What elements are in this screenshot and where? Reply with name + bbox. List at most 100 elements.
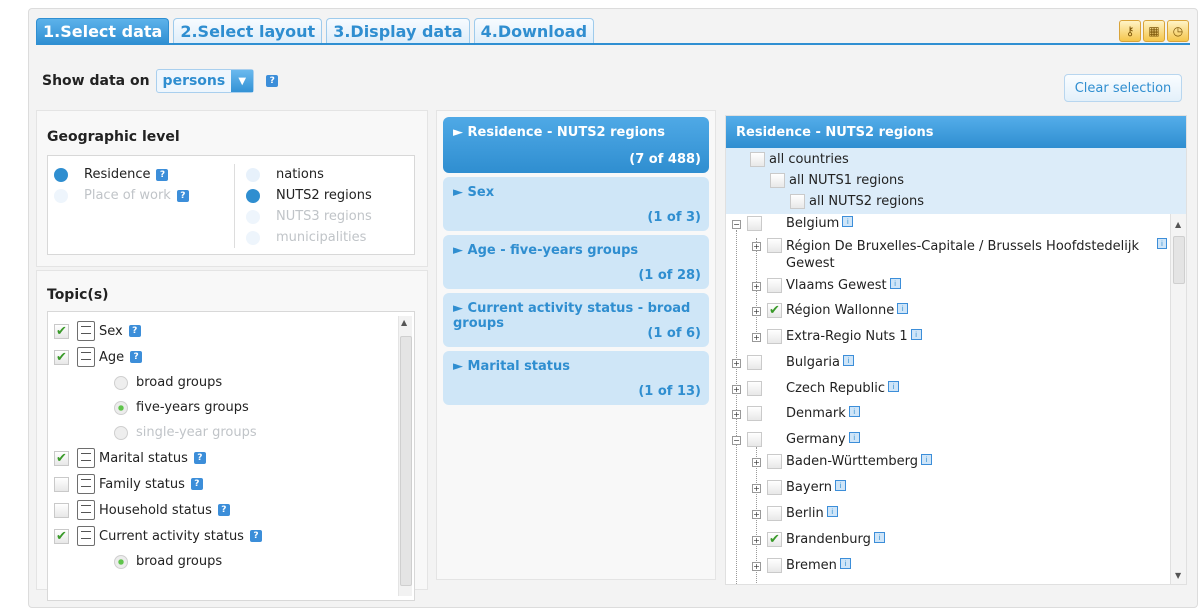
all-nuts2-option[interactable]: all NUTS2 regions <box>790 194 924 209</box>
radio-selected-icon[interactable] <box>114 554 128 569</box>
activity-broad-groups[interactable]: broad groups <box>48 549 414 574</box>
checkbox-icon[interactable] <box>54 476 69 492</box>
topic-family-status[interactable]: Family status ? <box>48 471 414 497</box>
all-nuts1-option[interactable]: all NUTS1 regions <box>770 173 904 188</box>
checkbox-checked-icon[interactable]: ✔ <box>767 303 782 318</box>
checkbox-icon[interactable] <box>767 278 782 293</box>
tree-item-bayern[interactable]: + Bayern i <box>752 480 846 495</box>
info-icon[interactable]: i <box>889 278 901 289</box>
checkbox-icon[interactable] <box>747 406 762 421</box>
info-icon[interactable]: i <box>839 558 851 569</box>
checkbox-icon[interactable] <box>750 152 765 167</box>
accordion-activity-status[interactable]: ► Current activity status - broad groups… <box>443 293 709 347</box>
radio-icon[interactable] <box>54 167 68 182</box>
accordion-residence[interactable]: ► Residence - NUTS2 regions (7 of 488) <box>443 117 709 173</box>
help-icon[interactable]: ? <box>190 478 203 490</box>
show-data-select[interactable]: persons ▼ <box>155 69 255 93</box>
topic-sex[interactable]: ✔ Sex ? <box>48 318 414 344</box>
expand-icon[interactable]: + <box>752 242 761 251</box>
tab-select-data[interactable]: 1.Select data <box>36 18 170 44</box>
tree-item-extra-regio[interactable]: + Extra-Regio Nuts 1 i <box>752 329 922 344</box>
help-icon[interactable]: ? <box>266 75 279 87</box>
region-tree-scrollbar[interactable]: ▲ ▼ <box>1170 214 1186 584</box>
tree-item-czech-republic[interactable]: + Czech Republic i <box>732 381 899 396</box>
age-five-years-groups[interactable]: five-years groups <box>48 395 414 420</box>
topic-household-status[interactable]: Household status ? <box>48 497 414 523</box>
expand-icon[interactable]: + <box>752 562 761 571</box>
help-icon[interactable]: ? <box>249 530 262 542</box>
help-icon[interactable]: ? <box>217 504 230 516</box>
accordion-sex[interactable]: ► Sex (1 of 3) <box>443 177 709 231</box>
clock-icon[interactable]: ◷ <box>1167 20 1189 42</box>
scrollbar-thumb[interactable] <box>400 336 412 586</box>
tree-item-bremen[interactable]: + Bremen i <box>752 558 851 573</box>
accordion-marital-status[interactable]: ► Marital status (1 of 13) <box>443 351 709 405</box>
checkbox-icon[interactable] <box>767 506 782 521</box>
info-icon[interactable]: i <box>873 532 885 543</box>
info-icon[interactable]: i <box>848 406 860 417</box>
checkbox-icon[interactable] <box>747 355 762 370</box>
info-icon[interactable]: i <box>887 381 899 392</box>
expand-icon[interactable]: + <box>752 536 761 545</box>
info-icon[interactable]: i <box>842 355 854 366</box>
expand-icon[interactable]: + <box>732 385 741 394</box>
info-icon[interactable]: i <box>848 432 860 443</box>
topic-current-activity-status[interactable]: ✔ Current activity status ? <box>48 523 414 549</box>
collapse-icon[interactable]: − <box>732 220 741 229</box>
expand-icon[interactable]: + <box>752 333 761 342</box>
checkbox-icon[interactable] <box>767 454 782 469</box>
tree-item-germany[interactable]: − Germany i <box>732 432 860 447</box>
info-icon[interactable]: i <box>842 216 854 227</box>
tab-display-data[interactable]: 3.Display data <box>326 18 470 44</box>
checkbox-checked-icon[interactable]: ✔ <box>54 528 69 544</box>
checkbox-icon[interactable] <box>767 238 782 253</box>
help-icon[interactable]: ? <box>128 325 141 337</box>
scroll-up-icon[interactable]: ▲ <box>401 318 407 327</box>
expand-icon[interactable]: + <box>732 359 741 368</box>
help-icon[interactable]: ? <box>193 452 206 464</box>
expand-icon[interactable]: + <box>732 410 741 419</box>
checkbox-icon[interactable] <box>767 558 782 573</box>
checkbox-icon[interactable] <box>747 432 762 447</box>
tree-item-berlin[interactable]: + Berlin i <box>752 506 838 521</box>
tree-item-bulgaria[interactable]: + Bulgaria i <box>732 355 854 370</box>
checkbox-icon[interactable] <box>747 381 762 396</box>
tab-select-layout[interactable]: 2.Select layout <box>173 18 323 44</box>
radio-icon[interactable] <box>114 375 128 390</box>
topic-age[interactable]: ✔ Age ? <box>48 344 414 370</box>
expand-icon[interactable]: + <box>752 484 761 493</box>
checkbox-checked-icon[interactable]: ✔ <box>767 532 782 547</box>
tree-item-belgium[interactable]: − Belgium i <box>732 216 854 231</box>
expand-icon[interactable]: + <box>752 307 761 316</box>
checkbox-checked-icon[interactable]: ✔ <box>54 323 69 339</box>
table-icon[interactable]: ▦ <box>1143 20 1165 42</box>
accordion-age[interactable]: ► Age - five-years groups (1 of 28) <box>443 235 709 289</box>
info-icon[interactable]: i <box>897 303 909 314</box>
scrollbar-thumb[interactable] <box>1173 236 1185 284</box>
key-icon[interactable]: ⚷ <box>1119 20 1141 42</box>
geo-option-nuts2[interactable]: NUTS2 regions <box>246 185 372 206</box>
info-icon[interactable]: i <box>910 329 922 340</box>
clear-selection-button[interactable]: Clear selection <box>1064 74 1182 102</box>
checkbox-icon[interactable] <box>54 502 69 518</box>
radio-icon[interactable] <box>246 167 260 182</box>
scroll-down-icon[interactable]: ▼ <box>1175 571 1181 580</box>
topic-marital-status[interactable]: ✔ Marital status ? <box>48 445 414 471</box>
checkbox-icon[interactable] <box>767 480 782 495</box>
info-icon[interactable]: i <box>1157 238 1167 249</box>
tree-item-brussels[interactable]: + Région De Bruxelles-Capitale / Brussel… <box>752 238 1167 272</box>
tree-item-baden-wurttemberg[interactable]: + Baden-Württemberg i <box>752 454 932 469</box>
tree-item-region-wallonne[interactable]: + ✔ Région Wallonne i <box>752 303 909 318</box>
checkbox-checked-icon[interactable]: ✔ <box>54 349 69 365</box>
tree-item-brandenburg[interactable]: + ✔ Brandenburg i <box>752 532 885 547</box>
tree-item-denmark[interactable]: + Denmark i <box>732 406 860 421</box>
help-icon[interactable]: ? <box>156 168 169 181</box>
age-broad-groups[interactable]: broad groups <box>48 370 414 395</box>
scroll-up-icon[interactable]: ▲ <box>1175 220 1181 229</box>
checkbox-icon[interactable] <box>767 329 782 344</box>
checkbox-icon[interactable] <box>790 194 805 209</box>
collapse-icon[interactable]: − <box>732 436 741 445</box>
info-icon[interactable]: i <box>826 506 838 517</box>
tab-download[interactable]: 4.Download <box>473 18 595 44</box>
radio-selected-icon[interactable] <box>114 400 128 415</box>
